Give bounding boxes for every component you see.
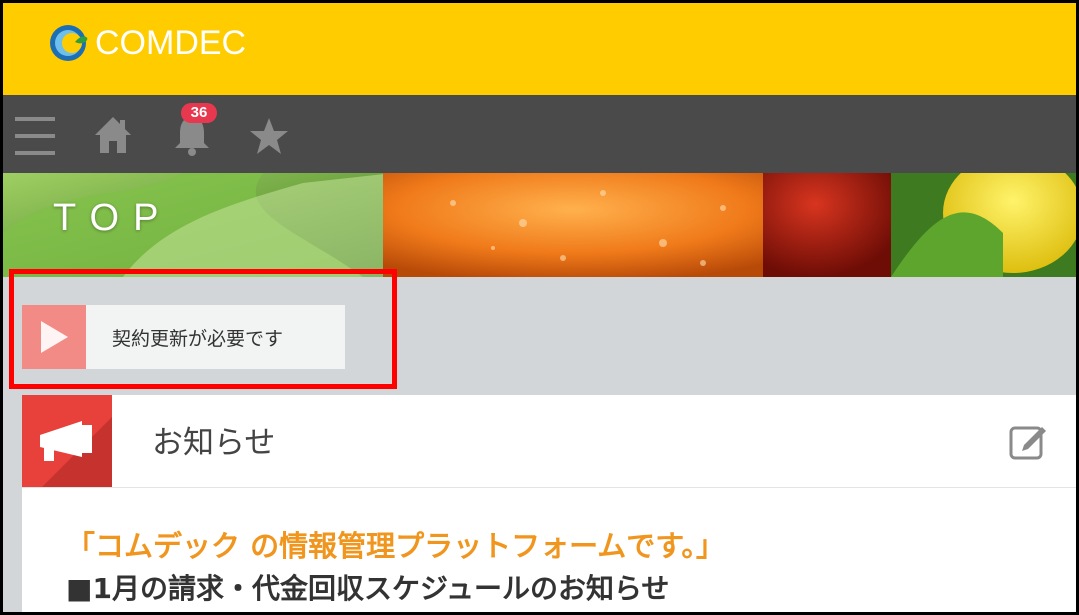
nav-bar: 36 <box>3 95 1076 173</box>
star-icon[interactable] <box>249 117 289 155</box>
app-frame: COMDEC 36 TOP 契約更新が必要です お知らせ 「コムデック の情報管… <box>3 3 1076 612</box>
notification-count-badge: 36 <box>181 103 217 123</box>
notice-headline: 「コムデック の情報管理プラットフォームです。」 <box>66 529 725 563</box>
top-header: COMDEC <box>3 3 1076 95</box>
notice-subheading[interactable]: ■1月の請求・代金回収スケジュールのお知らせ <box>66 567 669 607</box>
notice-panel-title: お知らせ <box>152 425 276 461</box>
comdec-logo-icon <box>50 25 88 61</box>
play-icon <box>22 305 86 369</box>
megaphone-icon <box>22 395 112 487</box>
edit-icon[interactable] <box>1008 421 1048 461</box>
contract-renewal-alert-button[interactable]: 契約更新が必要です <box>22 305 345 369</box>
page-title: TOP <box>53 197 173 239</box>
notice-panel: お知らせ 「コムデック の情報管理プラットフォームです。」 ■1月の請求・代金回… <box>22 395 1076 612</box>
hamburger-icon[interactable] <box>15 115 55 157</box>
banner-image: TOP <box>3 173 1076 277</box>
alert-label: 契約更新が必要です <box>112 327 284 350</box>
logo-text: COMDEC <box>95 24 247 62</box>
notice-panel-header: お知らせ <box>22 395 1076 488</box>
home-icon[interactable] <box>93 115 133 155</box>
logo[interactable]: COMDEC <box>47 23 246 63</box>
